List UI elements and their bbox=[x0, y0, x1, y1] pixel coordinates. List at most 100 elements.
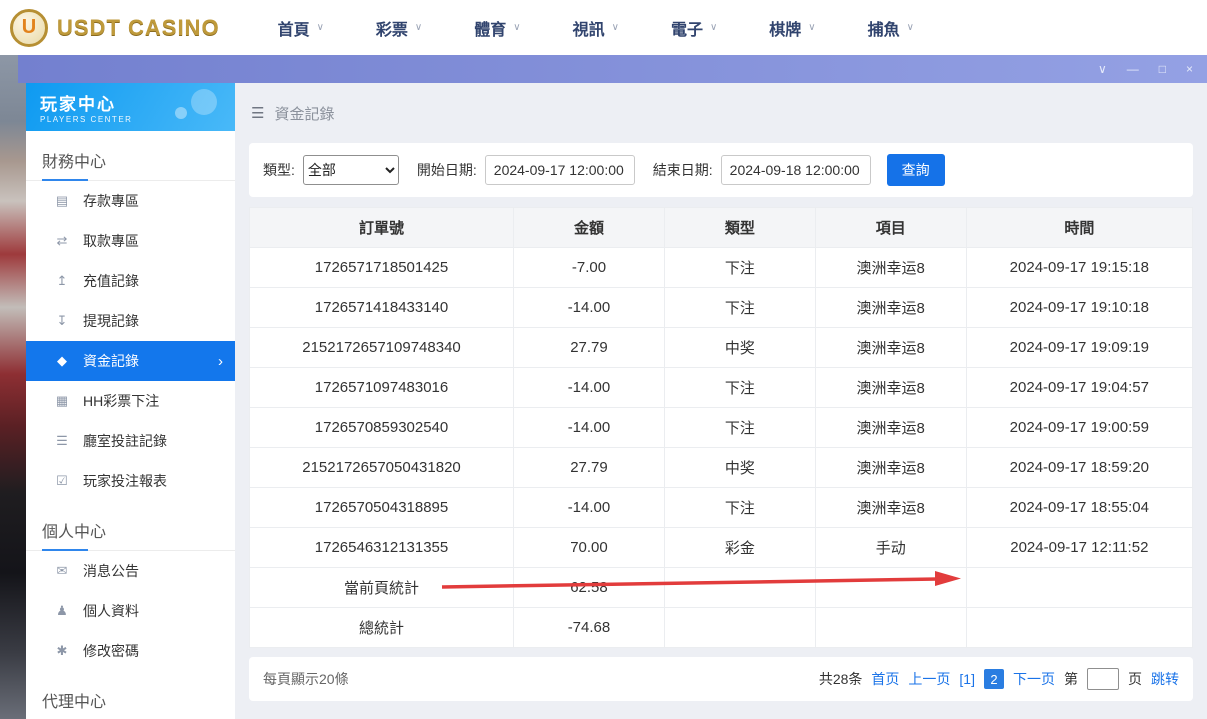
cell-amount: 27.79 bbox=[514, 328, 665, 368]
nav-item-lottery[interactable]: 彩票∨ bbox=[376, 16, 422, 40]
nav-label: 棋牌 bbox=[769, 16, 801, 40]
cell-order: 1726546312131355 bbox=[250, 528, 514, 568]
sidebar-item-label: 消息公告 bbox=[83, 561, 139, 581]
sidebar: 玩家中心 PLAYERS CENTER 財務中心 ▤ 存款專區 ⇄ 取款專區 ↥… bbox=[26, 83, 235, 719]
cell-amount: -7.00 bbox=[514, 248, 665, 288]
cell-type: 彩金 bbox=[664, 528, 815, 568]
column-header-type: 類型 bbox=[664, 208, 815, 248]
nav-label: 捕魚 bbox=[868, 16, 900, 40]
table-row: 1726570859302540 -14.00 下注 澳洲幸运8 2024-09… bbox=[250, 408, 1193, 448]
sidebar-item-label: 廳室投註記錄 bbox=[83, 431, 167, 451]
table-row: 1726570504318895 -14.00 下注 澳洲幸运8 2024-09… bbox=[250, 488, 1193, 528]
empty-cell bbox=[815, 568, 966, 608]
main-nav: 首頁∨ 彩票∨ 體育∨ 視訊∨ 電子∨ 棋牌∨ 捕魚 ∨ bbox=[278, 16, 914, 40]
cell-amount: -14.00 bbox=[514, 288, 665, 328]
goto-page-input[interactable] bbox=[1087, 668, 1119, 690]
prev-page-link[interactable]: 上一页 bbox=[908, 669, 950, 689]
search-button[interactable]: 查詢 bbox=[887, 154, 945, 186]
sidebar-item-change-password[interactable]: ✱ 修改密碼 bbox=[26, 631, 235, 671]
window-maximize-icon[interactable]: □ bbox=[1159, 63, 1166, 75]
goto-prefix-label: 第 bbox=[1064, 669, 1078, 689]
next-page-link[interactable]: 下一页 bbox=[1013, 669, 1055, 689]
table-header-row: 訂單號 金額 類型 項目 時間 bbox=[250, 208, 1193, 248]
cashout-icon: ↧ bbox=[54, 313, 70, 329]
sidebar-item-label: 存款專區 bbox=[83, 191, 139, 211]
column-header-amount: 金額 bbox=[514, 208, 665, 248]
sidebar-item-label: 修改密碼 bbox=[83, 641, 139, 661]
cell-order: 1726571418433140 bbox=[250, 288, 514, 328]
sidebar-item-label: 取款專區 bbox=[83, 231, 139, 251]
cell-time: 2024-09-17 18:55:04 bbox=[966, 488, 1192, 528]
sidebar-item-label: 個人資料 bbox=[83, 601, 139, 621]
list-icon: ☰ bbox=[54, 433, 70, 449]
person-icon: ♟ bbox=[54, 603, 70, 619]
cell-amount: -14.00 bbox=[514, 408, 665, 448]
cell-time: 2024-09-17 19:04:57 bbox=[966, 368, 1192, 408]
sidebar-item-withdraw-zone[interactable]: ⇄ 取款專區 bbox=[26, 221, 235, 261]
brand-name: USDT CASINO bbox=[57, 15, 220, 41]
section-personal-center: 個人中心 bbox=[26, 501, 235, 551]
gear-icon: ✱ bbox=[54, 643, 70, 659]
cell-time: 2024-09-17 19:10:18 bbox=[966, 288, 1192, 328]
lottery-ticket-icon: ▦ bbox=[54, 393, 70, 409]
end-date-input[interactable] bbox=[721, 155, 871, 185]
nav-item-live[interactable]: 視訊∨ bbox=[573, 16, 619, 40]
window-body: 玩家中心 PLAYERS CENTER 財務中心 ▤ 存款專區 ⇄ 取款專區 ↥… bbox=[26, 83, 1207, 719]
column-header-item: 項目 bbox=[815, 208, 966, 248]
first-page-link[interactable]: 首页 bbox=[871, 669, 899, 689]
sidebar-item-deposit-zone[interactable]: ▤ 存款專區 bbox=[26, 181, 235, 221]
sidebar-item-topup-record[interactable]: ↥ 充值記錄 bbox=[26, 261, 235, 301]
page-2-active[interactable]: 2 bbox=[984, 669, 1004, 689]
sidebar-item-cashout-record[interactable]: ↧ 提現記錄 bbox=[26, 301, 235, 341]
type-label: 類型: bbox=[263, 160, 295, 180]
sidebar-item-announcements[interactable]: ✉ 消息公告 bbox=[26, 551, 235, 591]
window-close-icon[interactable]: × bbox=[1186, 63, 1193, 75]
start-date-input[interactable] bbox=[485, 155, 635, 185]
cell-time: 2024-09-17 19:00:59 bbox=[966, 408, 1192, 448]
cell-type: 下注 bbox=[664, 368, 815, 408]
sidebar-item-label: 充值記錄 bbox=[83, 271, 139, 291]
cell-time: 2024-09-17 12:11:52 bbox=[966, 528, 1192, 568]
topup-icon: ↥ bbox=[54, 273, 70, 289]
window-collapse-icon[interactable]: ∨ bbox=[1098, 63, 1107, 75]
hamburger-icon[interactable]: ☰ bbox=[251, 104, 264, 122]
sidebar-item-hh-lottery-bets[interactable]: ▦ HH彩票下注 bbox=[26, 381, 235, 421]
site-logo[interactable]: U USDT CASINO bbox=[10, 9, 220, 47]
nav-label: 體育 bbox=[474, 16, 506, 40]
nav-item-sports[interactable]: 體育∨ bbox=[474, 16, 520, 40]
type-select[interactable]: 全部 bbox=[303, 155, 399, 185]
transfer-icon: ⇄ bbox=[54, 233, 70, 249]
nav-item-home[interactable]: 首頁∨ bbox=[278, 16, 324, 40]
page-1-link[interactable]: [1] bbox=[959, 671, 975, 687]
column-header-order: 訂單號 bbox=[250, 208, 514, 248]
nav-item-slots[interactable]: 電子∨ bbox=[671, 16, 717, 40]
sidebar-item-profile[interactable]: ♟ 個人資料 bbox=[26, 591, 235, 631]
sidebar-item-room-bet-record[interactable]: ☰ 廳室投註記錄 bbox=[26, 421, 235, 461]
cell-item: 澳洲幸运8 bbox=[815, 448, 966, 488]
sidebar-item-player-bet-report[interactable]: ☑ 玩家投注報表 bbox=[26, 461, 235, 501]
cell-order: 1726571718501425 bbox=[250, 248, 514, 288]
nav-item-fishing[interactable]: 捕魚 ∨ bbox=[868, 16, 914, 40]
empty-cell bbox=[966, 568, 1192, 608]
cell-order: 1726570859302540 bbox=[250, 408, 514, 448]
chevron-right-icon: › bbox=[218, 353, 223, 370]
nav-label: 視訊 bbox=[573, 16, 605, 40]
window-minimize-icon[interactable]: — bbox=[1127, 63, 1139, 75]
cell-item: 澳洲幸运8 bbox=[815, 328, 966, 368]
funds-icon: ◆ bbox=[54, 353, 70, 369]
chevron-down-icon: ∨ bbox=[907, 22, 914, 33]
nav-item-cards[interactable]: 棋牌∨ bbox=[769, 16, 815, 40]
screen: U USDT CASINO 首頁∨ 彩票∨ 體育∨ 視訊∨ 電子∨ 棋牌∨ 捕魚… bbox=[0, 0, 1207, 719]
filter-bar: 類型: 全部 開始日期: 結束日期: 查詢 bbox=[249, 143, 1193, 197]
nav-label: 電子 bbox=[671, 16, 703, 40]
goto-jump-link[interactable]: 跳转 bbox=[1151, 669, 1179, 689]
nav-label: 彩票 bbox=[376, 16, 408, 40]
cell-order: 1726570504318895 bbox=[250, 488, 514, 528]
sidebar-item-funds-record[interactable]: ◆ 資金記錄 › bbox=[26, 341, 235, 381]
page-title: 資金記錄 bbox=[274, 103, 334, 124]
table-footer: 每頁顯示20條 共28条 首页 上一页 [1] 2 下一页 第 页 跳转 bbox=[249, 657, 1193, 701]
app-window: ∨ — □ × 玩家中心 PLAYERS CENTER 財務中心 ▤ 存款專區 bbox=[18, 55, 1207, 719]
main-content: ☰ 資金記錄 類型: 全部 開始日期: 結束日期: 查詢 bbox=[235, 83, 1207, 719]
total-summary-label: 總統計 bbox=[250, 608, 514, 648]
cell-type: 中奖 bbox=[664, 448, 815, 488]
